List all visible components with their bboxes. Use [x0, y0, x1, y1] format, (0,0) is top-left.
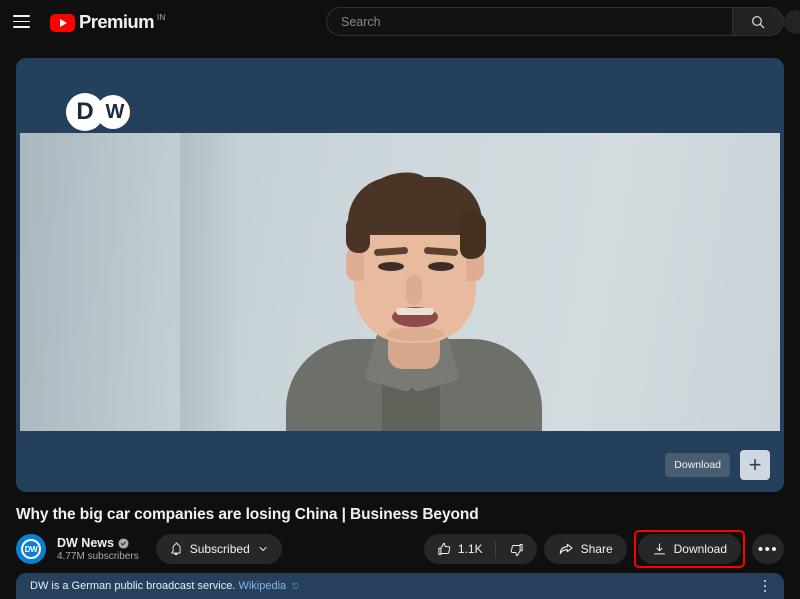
subscriber-count: 4.77M subscribers — [57, 551, 139, 562]
share-button[interactable]: Share — [543, 534, 627, 564]
presenter-nose — [406, 275, 422, 305]
video-player[interactable]: D W Download + — [16, 58, 784, 492]
more-actions-button[interactable]: ••• — [752, 534, 784, 564]
kebab-dot — [763, 579, 766, 583]
top-header-bar: Premium IN — [0, 0, 800, 43]
channel-info: DW News 4.77M subscribers — [57, 536, 139, 562]
logo-country-superscript: IN — [156, 12, 166, 22]
presenter-eye-left — [378, 262, 404, 271]
thumbs-down-icon — [510, 543, 523, 556]
like-button[interactable]: 1.1K — [424, 542, 495, 557]
video-title: Why the big car companies are losing Chi… — [16, 506, 479, 523]
background-wall-edge — [180, 133, 240, 431]
video-action-buttons: 1.1K Share Download ••• — [423, 530, 784, 568]
search-input[interactable] — [341, 14, 732, 29]
like-count: 1.1K — [457, 542, 483, 556]
dw-logo-w-letter: W — [105, 101, 125, 123]
verified-badge-icon — [118, 537, 129, 549]
share-arrow-icon — [559, 543, 573, 555]
presenter-figure — [278, 133, 548, 431]
add-to-playlist-button[interactable]: + — [740, 450, 770, 480]
dw-logo-d-letter: D — [76, 98, 94, 125]
channel-avatar-ring: DW — [21, 539, 41, 559]
download-label: Download — [673, 542, 727, 556]
thumbs-up-icon — [438, 542, 451, 555]
youtube-premium-logo[interactable]: Premium IN — [50, 10, 166, 32]
kebab-dot — [763, 589, 766, 593]
download-tooltip: Download — [665, 453, 730, 477]
subscribed-button[interactable]: Subscribed — [155, 534, 282, 564]
presenter-hair-side-left — [346, 213, 370, 253]
bell-icon — [171, 542, 181, 556]
hamburger-menu-icon[interactable] — [4, 5, 38, 39]
description-kebab-menu[interactable] — [760, 576, 771, 597]
like-dislike-group: 1.1K — [423, 534, 537, 564]
channel-name[interactable]: DW News — [57, 536, 114, 550]
share-label: Share — [580, 542, 613, 556]
hamburger-line — [12, 20, 30, 23]
description-text-row: DW is a German public broadcast service.… — [30, 580, 299, 592]
hamburger-line — [12, 15, 30, 17]
account-avatar[interactable] — [784, 10, 800, 34]
youtube-play-icon — [50, 13, 75, 32]
download-button[interactable]: Download — [637, 534, 741, 564]
search-bar — [326, 7, 784, 36]
presenter-eye-right — [428, 262, 454, 271]
presenter-hair-side-right — [460, 211, 486, 259]
search-button[interactable] — [732, 7, 784, 36]
channel-name-line: DW News — [57, 536, 139, 550]
dislike-button[interactable] — [496, 542, 537, 557]
plus-icon: + — [748, 452, 762, 477]
presenter-teeth — [396, 308, 434, 315]
description-panel[interactable]: DW is a German public broadcast service.… — [16, 573, 784, 599]
search-input-container[interactable] — [326, 7, 732, 36]
more-actions-icon: ••• — [757, 540, 779, 558]
subscribed-label: Subscribed — [189, 542, 250, 556]
wikipedia-link[interactable]: Wikipedia — [238, 580, 286, 592]
video-meta-row: DW DW News 4.77M subscribers Subscribed — [16, 530, 784, 568]
hamburger-line — [12, 26, 30, 28]
logo-text: Premium — [79, 10, 155, 32]
kebab-dot — [763, 584, 766, 588]
chevron-down-icon — [259, 547, 267, 551]
channel-avatar-text: DW — [24, 544, 38, 554]
description-text: DW is a German public broadcast service. — [30, 580, 236, 592]
presenter-chin-shading — [386, 327, 444, 341]
background-wall-shading — [20, 133, 170, 431]
download-arrow-icon — [653, 542, 665, 554]
external-link-icon: ⎋ — [292, 582, 299, 591]
download-highlight-box: Download — [633, 530, 745, 568]
video-frame — [20, 133, 780, 431]
search-icon — [752, 15, 765, 28]
player-overlay-controls: Download + — [665, 450, 770, 480]
channel-avatar[interactable]: DW — [16, 534, 46, 564]
dw-watermark-logo: D W — [66, 93, 130, 131]
dw-logo-d-circle: D — [66, 93, 104, 131]
